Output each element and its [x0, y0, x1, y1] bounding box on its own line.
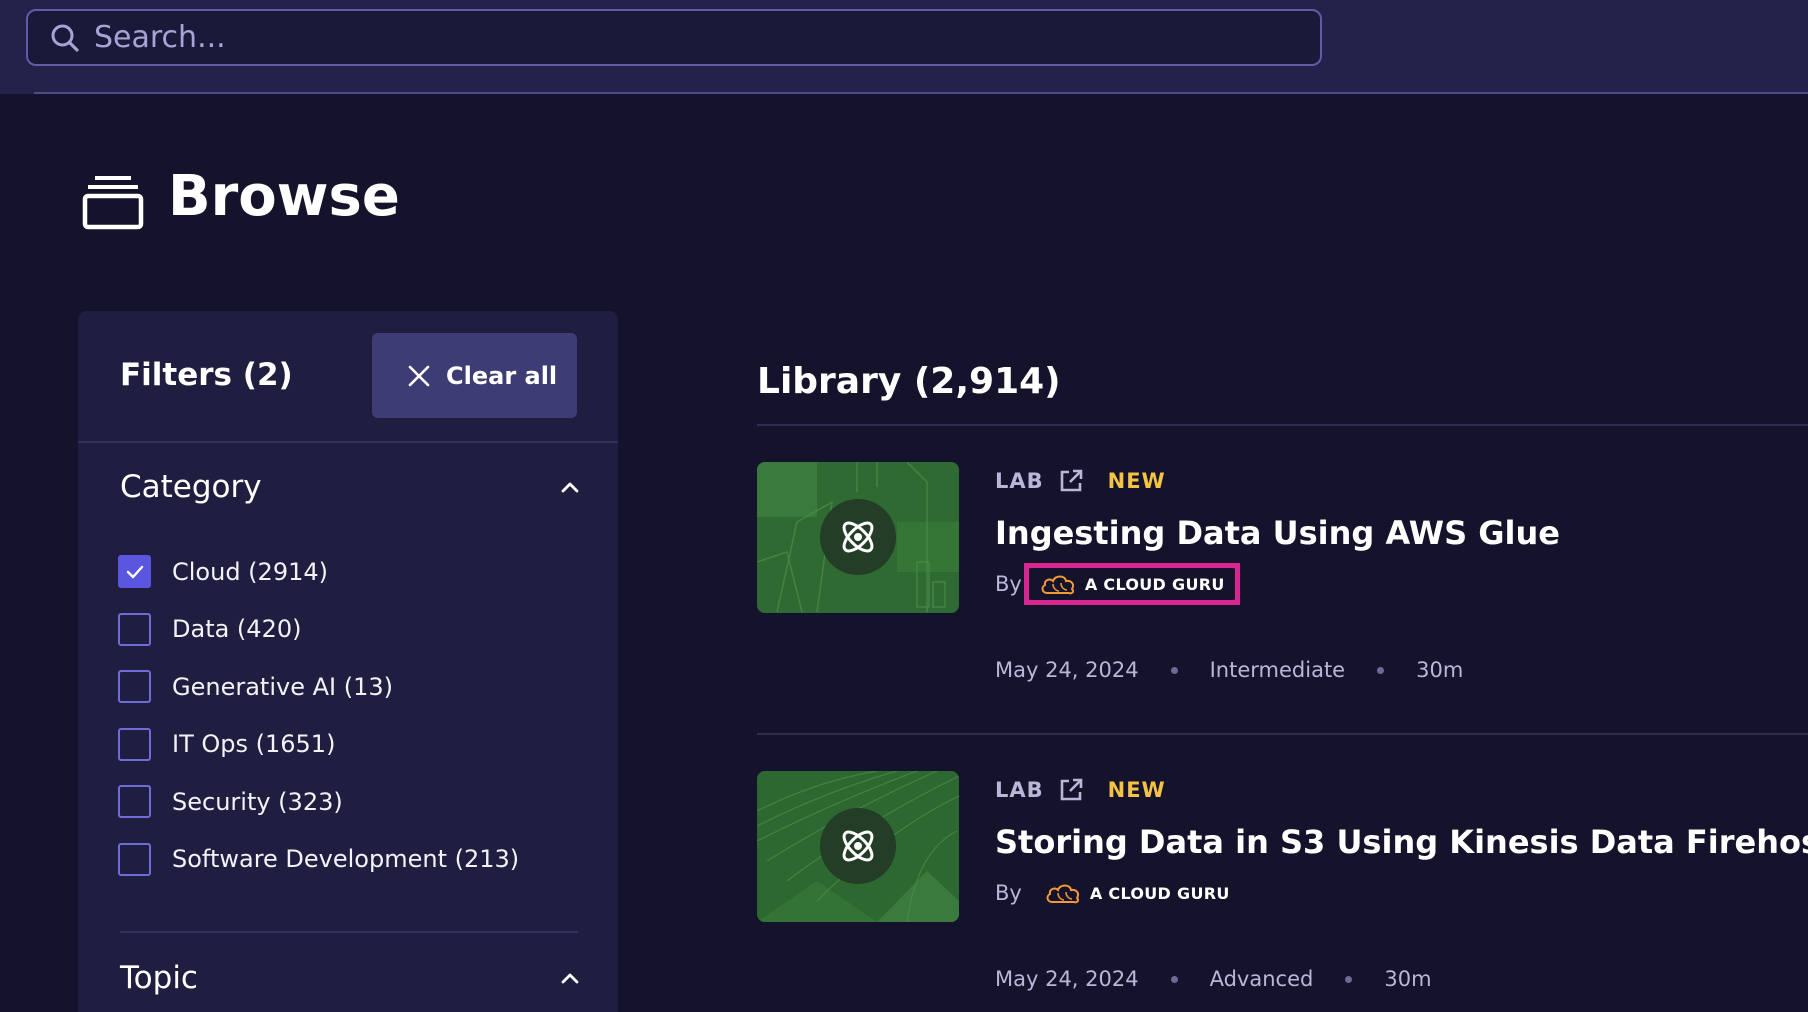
- separator-dot: [1377, 666, 1385, 674]
- clear-all-label: Clear all: [446, 361, 558, 390]
- card-thumbnail[interactable]: [757, 771, 959, 922]
- search-icon: [51, 24, 79, 52]
- provider-name: A CLOUD GURU: [1089, 883, 1230, 903]
- card-meta-top: LAB NEW: [995, 466, 1166, 496]
- checkmark-icon: [126, 565, 143, 578]
- card-level: Advanced: [1209, 967, 1314, 991]
- cloud-guru-logo-icon: [1041, 575, 1074, 595]
- provider-name: A CLOUD GURU: [1084, 574, 1225, 594]
- card-duration: 30m: [1416, 658, 1464, 682]
- card-level: Intermediate: [1209, 658, 1346, 682]
- chevron-up-icon: [561, 482, 579, 493]
- checkbox-label: Security (323): [172, 787, 343, 816]
- topic-section-toggle[interactable]: Topic: [120, 955, 580, 1001]
- checkbox[interactable]: [118, 842, 151, 876]
- by-label: By: [995, 572, 1022, 596]
- card-byline: By A CLOUD GURU: [995, 563, 1240, 605]
- new-badge: NEW: [1107, 469, 1166, 493]
- content-type: LAB: [995, 778, 1044, 802]
- card-meta-bottom: May 24, 2024 Intermediate 30m: [995, 658, 1463, 682]
- close-icon: [408, 365, 430, 386]
- checkbox-label: IT Ops (1651): [172, 730, 336, 759]
- top-header: [0, 0, 1808, 94]
- filters-title: Filters (2): [120, 357, 293, 393]
- card-divider: [757, 733, 1808, 735]
- lab-icon-badge: [820, 808, 896, 884]
- chevron-up-icon: [561, 973, 579, 984]
- lab-icon-badge: [820, 499, 896, 575]
- category-section-toggle[interactable]: Category: [120, 464, 580, 510]
- checkbox-label: Generative AI (13): [172, 672, 393, 701]
- card-duration: 30m: [1384, 967, 1432, 991]
- search-box[interactable]: [26, 9, 1322, 66]
- external-link-icon[interactable]: [1058, 777, 1084, 803]
- checkbox[interactable]: [118, 670, 151, 704]
- atom-icon: [842, 521, 874, 553]
- separator-dot: [1345, 975, 1353, 983]
- category-checkbox-security[interactable]: Security (323): [118, 773, 519, 831]
- library-card: LAB NEW Ingesting Data Using AWS Glue By…: [757, 462, 1808, 682]
- category-checkbox-software-development[interactable]: Software Development (213): [118, 831, 519, 889]
- atom-icon: [842, 830, 874, 862]
- cloud-guru-logo-icon: [1046, 884, 1079, 904]
- search-input[interactable]: [94, 20, 1274, 55]
- category-checkbox-data[interactable]: Data (420): [118, 601, 519, 659]
- card-title-link[interactable]: Storing Data in S3 Using Kinesis Data Fi…: [995, 823, 1808, 861]
- library-divider: [757, 424, 1808, 426]
- category-checkbox-generative-ai[interactable]: Generative AI (13): [118, 658, 519, 716]
- section-divider: [120, 931, 578, 933]
- category-label: Category: [120, 469, 262, 505]
- card-date: May 24, 2024: [995, 658, 1139, 682]
- filters-panel: Filters (2) Clear all Category Cloud (29…: [78, 311, 618, 1012]
- filters-divider: [78, 441, 618, 443]
- card-byline: By A CLOUD GURU: [995, 875, 1238, 911]
- separator-dot: [1170, 975, 1178, 983]
- checkbox[interactable]: [118, 727, 151, 761]
- checkbox[interactable]: [118, 785, 151, 819]
- content-type: LAB: [995, 469, 1044, 493]
- page-title: Browse: [168, 164, 400, 229]
- clear-all-button[interactable]: Clear all: [372, 333, 577, 418]
- category-list: Cloud (2914) Data (420) Generative AI (1…: [118, 543, 519, 888]
- card-thumbnail[interactable]: [757, 462, 959, 613]
- browse-stack-icon: [82, 176, 144, 230]
- library-card: LAB NEW Storing Data in S3 Using Kinesis…: [757, 771, 1808, 991]
- checkbox-label: Data (420): [172, 615, 302, 644]
- provider-logo[interactable]: A CLOUD GURU: [1023, 563, 1240, 605]
- provider-logo[interactable]: A CLOUD GURU: [1036, 878, 1238, 908]
- category-checkbox-cloud[interactable]: Cloud (2914): [118, 543, 519, 601]
- checkbox-label: Software Development (213): [172, 845, 520, 874]
- header-divider: [34, 92, 1808, 94]
- category-checkbox-it-ops[interactable]: IT Ops (1651): [118, 716, 519, 774]
- card-meta-top: LAB NEW: [995, 775, 1166, 805]
- topic-label: Topic: [120, 960, 198, 996]
- card-date: May 24, 2024: [995, 967, 1139, 991]
- checkbox[interactable]: [118, 612, 151, 646]
- card-title-link[interactable]: Ingesting Data Using AWS Glue: [995, 514, 1560, 552]
- external-link-icon[interactable]: [1058, 468, 1084, 494]
- separator-dot: [1170, 666, 1178, 674]
- card-meta-bottom: May 24, 2024 Advanced 30m: [995, 967, 1432, 991]
- new-badge: NEW: [1107, 778, 1166, 802]
- library-title: Library (2,914): [757, 361, 1061, 402]
- by-label: By: [995, 881, 1022, 905]
- checkbox[interactable]: [118, 555, 151, 589]
- checkbox-label: Cloud (2914): [172, 557, 328, 586]
